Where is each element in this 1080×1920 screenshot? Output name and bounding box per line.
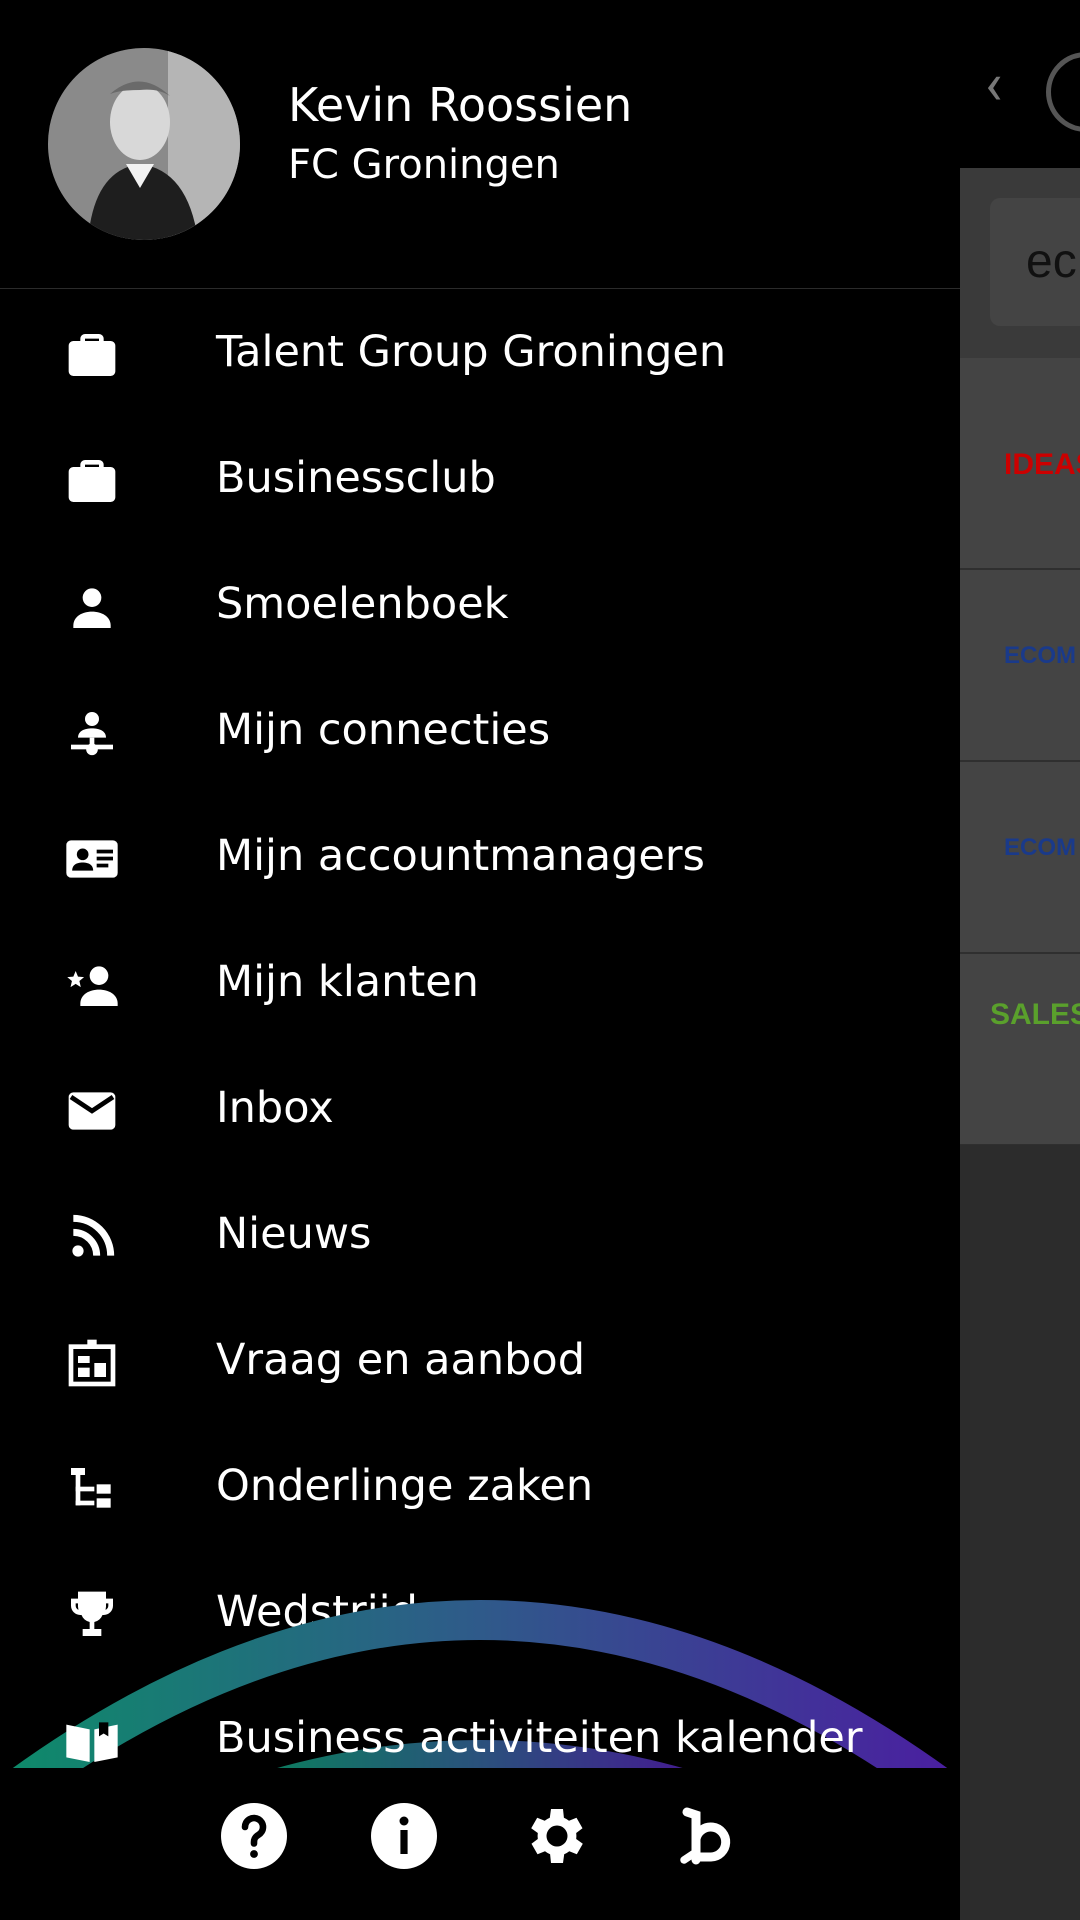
- open-book-icon: [66, 1722, 118, 1762]
- card-logo-text: ECOM: [1004, 642, 1076, 669]
- background-card[interactable]: ECOM: [960, 570, 1080, 763]
- background-card[interactable]: SALES: [960, 954, 1080, 1147]
- contact-card-icon: [66, 840, 118, 878]
- menu-item-mijn-accountmanagers[interactable]: Mijn accountmanagers: [0, 796, 960, 922]
- menu-label: Talent Group Groningen: [216, 327, 727, 377]
- help-icon[interactable]: [218, 1800, 290, 1872]
- avatar-photo-icon: [48, 48, 240, 240]
- network-person-icon: [71, 712, 113, 756]
- rss-feed-icon: [72, 1214, 115, 1257]
- background-card[interactable]: ECOM: [960, 762, 1080, 955]
- menu-label: Smoelenboek: [216, 579, 509, 629]
- info-icon[interactable]: [368, 1800, 440, 1872]
- user-name: Kevin Roossien: [288, 78, 633, 132]
- menu-label: Mijn klanten: [216, 957, 479, 1007]
- club-logo-icon: [1046, 52, 1080, 132]
- briefcase-icon: [68, 334, 116, 376]
- menu-label: Nieuws: [216, 1209, 372, 1259]
- background-search-text: ec: [1026, 235, 1077, 288]
- menu-label: Mijn connecties: [216, 705, 551, 755]
- mail-icon: [68, 1092, 116, 1130]
- user-organization: FC Groningen: [288, 142, 560, 188]
- menu-label: Business activiteiten kalender: [216, 1713, 863, 1763]
- tree-structure-icon: [71, 1468, 111, 1508]
- menu-item-vraag-en-aanbod[interactable]: Vraag en aanbod: [0, 1300, 960, 1426]
- avatar: [48, 48, 240, 240]
- menu-item-businessclub[interactable]: Businessclub: [0, 418, 960, 544]
- menu-item-mijn-klanten[interactable]: Mijn klanten: [0, 922, 960, 1048]
- menu-item-mijn-connecties[interactable]: Mijn connecties: [0, 670, 960, 796]
- menu-label: Mijn accountmanagers: [216, 831, 705, 881]
- menu-item-wedstrijden[interactable]: Wedstrijden: [0, 1552, 960, 1678]
- market-board-icon: [68, 1339, 116, 1387]
- person-icon: [73, 588, 111, 628]
- menu-item-talent-group-groningen[interactable]: Talent Group Groningen: [0, 292, 960, 418]
- navigation-drawer: Kevin Roossien FC Groningen Talent Group…: [0, 0, 960, 1920]
- menu-item-smoelenboek[interactable]: Smoelenboek: [0, 544, 960, 670]
- briefcase-icon: [68, 460, 116, 502]
- drawer-bottom-bar: [0, 1768, 960, 1920]
- background-empty-area: [960, 1145, 1080, 1920]
- menu-item-inbox[interactable]: Inbox: [0, 1048, 960, 1174]
- profile-header[interactable]: Kevin Roossien FC Groningen: [0, 0, 960, 289]
- starred-person-icon: [67, 966, 118, 1006]
- card-logo-text: IDEAS: [1004, 448, 1080, 481]
- card-logo-text: ECOM: [1004, 834, 1076, 861]
- background-card[interactable]: IDEAS: [960, 358, 1080, 571]
- menu-label: Onderlinge zaken: [216, 1461, 594, 1511]
- menu-label: Inbox: [216, 1083, 334, 1133]
- back-chevron-icon[interactable]: ‹: [985, 56, 1025, 114]
- brand-b-icon[interactable]: [672, 1800, 744, 1872]
- card-logo-text: SALES: [990, 998, 1080, 1031]
- menu-item-nieuws[interactable]: Nieuws: [0, 1174, 960, 1300]
- settings-icon[interactable]: [518, 1800, 590, 1872]
- menu-label: Businessclub: [216, 453, 496, 503]
- menu-label: Vraag en aanbod: [216, 1335, 585, 1385]
- menu-label: Wedstrijden: [216, 1587, 472, 1637]
- trophy-icon: [71, 1591, 113, 1636]
- menu-item-onderlinge-zaken[interactable]: Onderlinge zaken: [0, 1426, 960, 1552]
